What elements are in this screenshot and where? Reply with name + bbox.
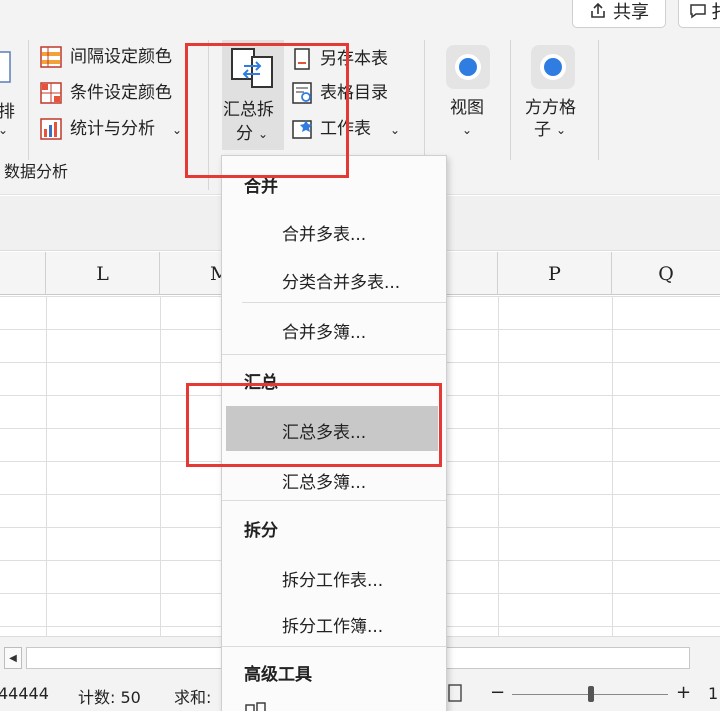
comment-icon <box>690 4 706 19</box>
stats-analysis-icon <box>40 118 62 140</box>
grid-line <box>160 296 161 636</box>
status-sum: 求和: <box>174 688 212 707</box>
interval-color-button[interactable]: 间隔设定颜色 <box>70 47 172 67</box>
fangge-icon <box>531 45 575 89</box>
menu-item-merge-books[interactable]: 合并多簿... <box>282 318 366 343</box>
grid-line <box>612 296 613 636</box>
stats-analysis-button[interactable]: 统计与分析 <box>70 119 155 139</box>
group-label-data-analysis: 数据分析 <box>4 162 69 181</box>
menu-divider <box>242 302 446 303</box>
ribbon-separator <box>28 40 29 160</box>
stats-chevron-icon[interactable]: ⌄ <box>172 120 182 140</box>
grid-line <box>498 296 499 636</box>
menu-divider <box>222 646 446 647</box>
menu-item-split-book[interactable]: 拆分工作簿... <box>282 612 383 637</box>
view-icon <box>446 45 490 89</box>
ribbon-separator <box>598 40 599 160</box>
fangge-label-line1[interactable]: 方方格 <box>525 98 576 118</box>
status-count: 计数: 50 <box>78 688 141 707</box>
menu-item-split-sheet[interactable]: 拆分工作表... <box>282 566 383 591</box>
column-header-K[interactable] <box>0 252 46 295</box>
title-strip: 共享 扌 <box>0 0 720 40</box>
fangge-chevron-icon[interactable]: ⌄ <box>556 120 566 140</box>
condition-color-button[interactable]: 条件设定颜色 <box>70 83 172 103</box>
menu-divider <box>222 500 446 501</box>
zoom-slider-thumb[interactable] <box>588 686 594 702</box>
condition-color-icon <box>40 82 62 104</box>
status-average-value: 44444 <box>0 684 49 703</box>
fangge-label-line2[interactable]: 子 <box>534 120 551 140</box>
sort-chevron-icon[interactable]: ⌄ <box>0 120 8 140</box>
view-chevron-icon[interactable]: ⌄ <box>462 120 472 140</box>
zoom-level: 1 <box>708 684 719 703</box>
advanced-tool-icon <box>245 702 266 711</box>
share-label: 共享 <box>613 2 649 23</box>
column-header-Q[interactable]: Q <box>612 252 720 295</box>
menu-item-merge-sheets[interactable]: 合并多表... <box>282 220 366 245</box>
menu-item-category-merge[interactable]: 分类合并多表... <box>282 268 400 293</box>
menu-section-advanced-tools: 高级工具 <box>244 665 312 685</box>
comment-label: 扌 <box>711 0 720 24</box>
highlight-box-summary-sheets <box>186 383 442 467</box>
highlight-box-summary-split <box>185 43 349 178</box>
ribbon-separator <box>424 40 425 160</box>
menu-section-split: 拆分 <box>244 521 278 541</box>
page-view-icon[interactable] <box>448 684 462 702</box>
interval-color-icon <box>40 46 62 68</box>
column-header-P[interactable]: P <box>498 252 612 295</box>
ribbon-separator <box>510 40 511 160</box>
sort-button-label[interactable]: 排 <box>0 102 15 122</box>
comment-button[interactable]: 扌 <box>678 0 720 28</box>
column-header-L[interactable]: L <box>46 252 160 295</box>
menu-item-summary-books[interactable]: 汇总多簿... <box>282 468 366 493</box>
zoom-in-button[interactable]: + <box>676 682 691 703</box>
share-icon <box>591 2 605 18</box>
scroll-left-icon[interactable]: ◀ <box>4 647 22 669</box>
sort-icon <box>0 51 11 83</box>
share-button[interactable]: 共享 <box>572 0 666 28</box>
grid-line <box>46 296 47 636</box>
worksheet-chevron-icon[interactable]: ⌄ <box>390 120 400 140</box>
view-button[interactable]: 视图 <box>450 98 484 118</box>
menu-divider <box>222 354 446 355</box>
zoom-out-button[interactable]: − <box>490 682 505 703</box>
